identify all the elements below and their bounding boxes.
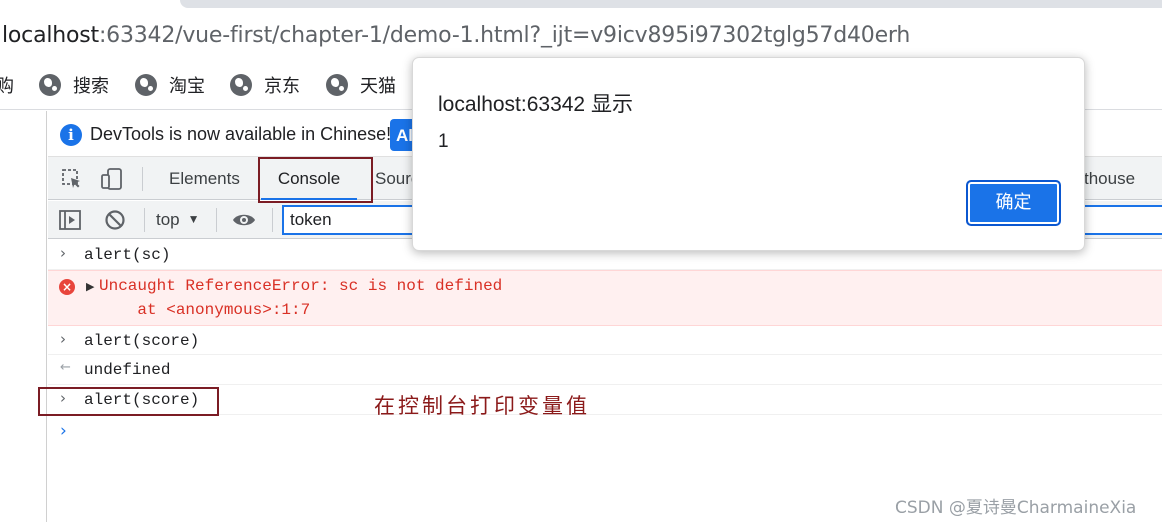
watermark: CSDN @夏诗曼CharmaineXia [895, 498, 1137, 518]
globe-icon [326, 74, 348, 96]
error-message: Uncaught ReferenceError: sc is not defin… [99, 277, 503, 295]
input-chevron-icon: › [60, 330, 66, 348]
console-input-text: alert(sc) [84, 246, 171, 264]
bookmark-item-tmall[interactable]: 天猫 [326, 72, 396, 98]
bookmark-label: 购 [0, 76, 14, 97]
result-arrow-icon: ← [60, 360, 71, 375]
context-label: top [156, 210, 180, 229]
console-input-text: alert(score) [84, 332, 200, 350]
console-result-text: undefined [84, 361, 171, 379]
dialog-message: 1 [438, 131, 449, 152]
url-path: :63342/vue-first/chapter-1/demo-1.html?_… [98, 23, 911, 48]
globe-icon [230, 74, 252, 96]
tab-elements[interactable]: Elements [169, 157, 240, 200]
url-text[interactable]: localhost:63342/vue-first/chapter-1/demo… [2, 22, 910, 50]
ok-button[interactable]: 确定 [966, 180, 1061, 226]
sidebar-toggle-icon[interactable] [58, 208, 82, 232]
bookmark-label: 天猫 [360, 76, 396, 97]
alert-dialog: localhost:63342 显示 1 确定 [412, 57, 1085, 251]
console-row-error: × ▶ Uncaught ReferenceError: sc is not d… [48, 270, 1162, 326]
eye-icon[interactable] [232, 208, 256, 232]
tab-lighthouse[interactable]: thouse [1084, 157, 1135, 200]
dialog-title: localhost:63342 显示 [438, 93, 633, 116]
caret-down-icon: ▼ [187, 212, 200, 226]
console-prompt-icon[interactable]: › [60, 421, 67, 441]
bookmark-label: 淘宝 [169, 76, 205, 97]
annotation-box-alert-line [38, 387, 219, 416]
console-output: › alert(sc) × ▶ Uncaught ReferenceError:… [48, 240, 1162, 522]
bookmark-label: 搜索 [73, 76, 109, 97]
annotation-text: 在控制台打印变量值 [374, 394, 590, 418]
toolbar-divider [142, 167, 143, 191]
tab-strip [0, 0, 1162, 12]
bookmark-item-shopping[interactable]: 购 [0, 72, 14, 98]
address-bar[interactable]: localhost:63342/vue-first/chapter-1/demo… [0, 12, 1162, 60]
toolbar-divider [272, 208, 273, 232]
context-selector[interactable]: top ▼ [156, 208, 200, 233]
bookmark-label: 京东 [264, 76, 300, 97]
clear-console-icon[interactable] [103, 208, 127, 232]
console-row-result: ← undefined [48, 355, 1162, 385]
url-host: localhost [2, 23, 99, 48]
expand-triangle-icon[interactable]: ▶ [86, 280, 94, 293]
bookmark-item-jd[interactable]: 京东 [230, 72, 300, 98]
toolbar-divider [216, 208, 217, 232]
tab-strip-edge [180, 0, 1162, 8]
error-icon: × [59, 279, 75, 295]
page-area-left [0, 111, 47, 522]
bookmark-item-search[interactable]: 搜索 [39, 72, 109, 98]
toolbar-divider [144, 208, 145, 232]
bookmark-item-taobao[interactable]: 淘宝 [135, 72, 205, 98]
infobar-text: DevTools is now available in Chinese! [90, 124, 392, 144]
inspect-element-icon[interactable] [60, 167, 84, 191]
input-chevron-icon: › [60, 244, 66, 262]
info-icon: i [60, 124, 82, 146]
console-row-input: › alert(score) [48, 326, 1162, 355]
error-stack: at <anonymous>:1:7 [99, 301, 311, 319]
annotation-box-console-tab [258, 157, 373, 203]
globe-icon [135, 74, 157, 96]
device-toolbar-icon[interactable] [100, 167, 124, 191]
globe-icon [39, 74, 61, 96]
